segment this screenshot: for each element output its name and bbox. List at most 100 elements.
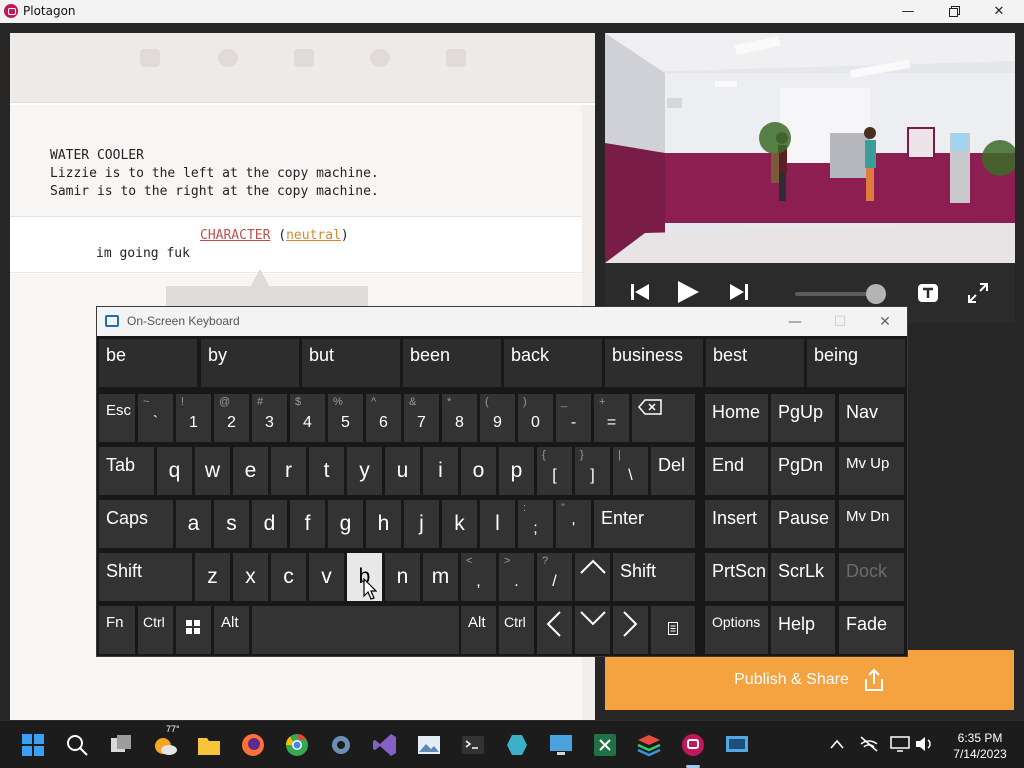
scene-preview[interactable] bbox=[605, 33, 1015, 263]
key-scrlk[interactable]: ScrLk bbox=[771, 553, 835, 601]
key-space[interactable] bbox=[252, 606, 459, 654]
chrome-icon[interactable] bbox=[284, 732, 310, 758]
key-i[interactable]: i bbox=[423, 447, 458, 495]
key-period[interactable]: >. bbox=[499, 553, 534, 601]
suggestion-2[interactable]: by bbox=[201, 339, 299, 387]
key-0[interactable]: ) 0 bbox=[518, 394, 553, 442]
key-shift-left[interactable]: Shift bbox=[99, 553, 192, 601]
volume-icon[interactable] bbox=[914, 735, 934, 753]
dialogue-icon[interactable] bbox=[218, 49, 238, 67]
key-t[interactable]: t bbox=[309, 447, 344, 495]
maximize-button[interactable] bbox=[931, 0, 977, 23]
play-icon[interactable] bbox=[675, 279, 701, 305]
key-fn[interactable]: Fn bbox=[99, 606, 135, 654]
key-4[interactable]: $4 bbox=[290, 394, 325, 442]
photos-icon[interactable] bbox=[416, 732, 442, 758]
key-m[interactable]: m bbox=[423, 553, 458, 601]
key-7[interactable]: & 7 bbox=[404, 394, 439, 442]
key-h[interactable]: h bbox=[366, 500, 401, 548]
close-button[interactable]: ✕ bbox=[976, 0, 1022, 23]
key-n[interactable]: n bbox=[385, 553, 420, 601]
key-u[interactable]: u bbox=[385, 447, 420, 495]
chevron-up-icon[interactable] bbox=[829, 738, 845, 750]
suggestion-4[interactable]: been bbox=[403, 339, 501, 387]
key-g[interactable]: g bbox=[328, 500, 363, 548]
key-pause[interactable]: Pause bbox=[771, 500, 835, 548]
suggestion-8[interactable]: being bbox=[807, 339, 905, 387]
search-icon[interactable] bbox=[64, 732, 90, 758]
excel-icon[interactable] bbox=[592, 732, 618, 758]
network-off-icon[interactable] bbox=[859, 735, 879, 753]
key-w[interactable]: w bbox=[195, 447, 230, 495]
skip-forward-icon[interactable] bbox=[728, 281, 750, 303]
key-1[interactable]: ! 1 bbox=[176, 394, 211, 442]
key-c[interactable]: c bbox=[271, 553, 306, 601]
key-right-arrow[interactable] bbox=[613, 606, 648, 654]
key-open-bracket[interactable]: {[ bbox=[537, 447, 572, 495]
key-minus[interactable]: _ - bbox=[556, 394, 591, 442]
key-comma[interactable]: <, bbox=[461, 553, 496, 601]
character-name-link[interactable]: CHARACTER bbox=[200, 228, 270, 243]
subtitles-icon[interactable] bbox=[917, 283, 939, 303]
key-up-arrow[interactable] bbox=[575, 553, 610, 601]
key-insert[interactable]: Insert bbox=[705, 500, 768, 548]
key-menu[interactable] bbox=[651, 606, 695, 654]
firefox-icon[interactable] bbox=[240, 732, 266, 758]
key-f[interactable]: f bbox=[290, 500, 325, 548]
suggestion-5[interactable]: back bbox=[504, 339, 602, 387]
key-8[interactable]: * 8 bbox=[442, 394, 477, 442]
app-icon[interactable] bbox=[504, 732, 530, 758]
osk-title-bar[interactable]: On-Screen Keyboard — ☐ ✕ bbox=[97, 307, 907, 336]
key-v[interactable]: v bbox=[309, 553, 344, 601]
settings-icon[interactable] bbox=[328, 732, 354, 758]
key-del[interactable]: Del bbox=[651, 447, 695, 495]
file-explorer-icon[interactable] bbox=[196, 732, 222, 758]
key-equals[interactable]: + = bbox=[594, 394, 629, 442]
key-r[interactable]: r bbox=[271, 447, 306, 495]
minimize-button[interactable]: — bbox=[885, 0, 931, 23]
key-dock[interactable]: Dock bbox=[839, 553, 904, 601]
suggestion-1[interactable]: be bbox=[99, 339, 197, 387]
key-alt-right[interactable]: Alt bbox=[461, 606, 496, 654]
key-pgdn[interactable]: PgDn bbox=[771, 447, 835, 495]
key-backspace[interactable] bbox=[632, 394, 695, 442]
key-s[interactable]: s bbox=[214, 500, 249, 548]
dialogue-block[interactable]: CHARACTER (neutral) im going fuk bbox=[10, 218, 582, 273]
key-mv-down[interactable]: Mv Dn bbox=[839, 500, 904, 548]
key-o[interactable]: o bbox=[461, 447, 496, 495]
start-icon[interactable] bbox=[20, 732, 46, 758]
key-down-arrow[interactable] bbox=[575, 606, 610, 654]
publish-share-button[interactable]: Publish & Share bbox=[605, 650, 1014, 710]
osk-maximize-button[interactable]: ☐ bbox=[820, 307, 860, 336]
action-icon[interactable] bbox=[294, 49, 314, 67]
key-slash[interactable]: ? / bbox=[537, 553, 572, 601]
key-9[interactable]: (9 bbox=[480, 394, 515, 442]
key-y[interactable]: y bbox=[347, 447, 382, 495]
key-l[interactable]: l bbox=[480, 500, 515, 548]
skip-back-icon[interactable] bbox=[629, 281, 651, 303]
key-end[interactable]: End bbox=[705, 447, 768, 495]
key-q[interactable]: q bbox=[157, 447, 192, 495]
key-j[interactable]: j bbox=[404, 500, 439, 548]
remote-desktop-icon[interactable] bbox=[548, 732, 574, 758]
key-pgup[interactable]: PgUp bbox=[771, 394, 835, 442]
key-z[interactable]: z bbox=[195, 553, 230, 601]
key-left-arrow[interactable] bbox=[537, 606, 572, 654]
key-semicolon[interactable]: :; bbox=[518, 500, 553, 548]
key-enter[interactable]: Enter bbox=[594, 500, 695, 548]
dialogue-text[interactable]: im going fuk bbox=[96, 245, 190, 263]
key-e[interactable]: e bbox=[233, 447, 268, 495]
key-5[interactable]: % 5 bbox=[328, 394, 363, 442]
key-nav[interactable]: Nav bbox=[839, 394, 904, 442]
key-6[interactable]: ^ 6 bbox=[366, 394, 401, 442]
key-k[interactable]: k bbox=[442, 500, 477, 548]
key-3[interactable]: #3 bbox=[252, 394, 287, 442]
visual-studio-icon[interactable] bbox=[372, 732, 398, 758]
suggestion-7[interactable]: best bbox=[706, 339, 804, 387]
key-2[interactable]: @2 bbox=[214, 394, 249, 442]
volume-knob[interactable] bbox=[865, 284, 886, 304]
fullscreen-icon[interactable] bbox=[967, 282, 989, 304]
key-a[interactable]: a bbox=[176, 500, 211, 548]
task-view-icon[interactable] bbox=[108, 732, 134, 758]
layers-icon[interactable] bbox=[636, 732, 662, 758]
